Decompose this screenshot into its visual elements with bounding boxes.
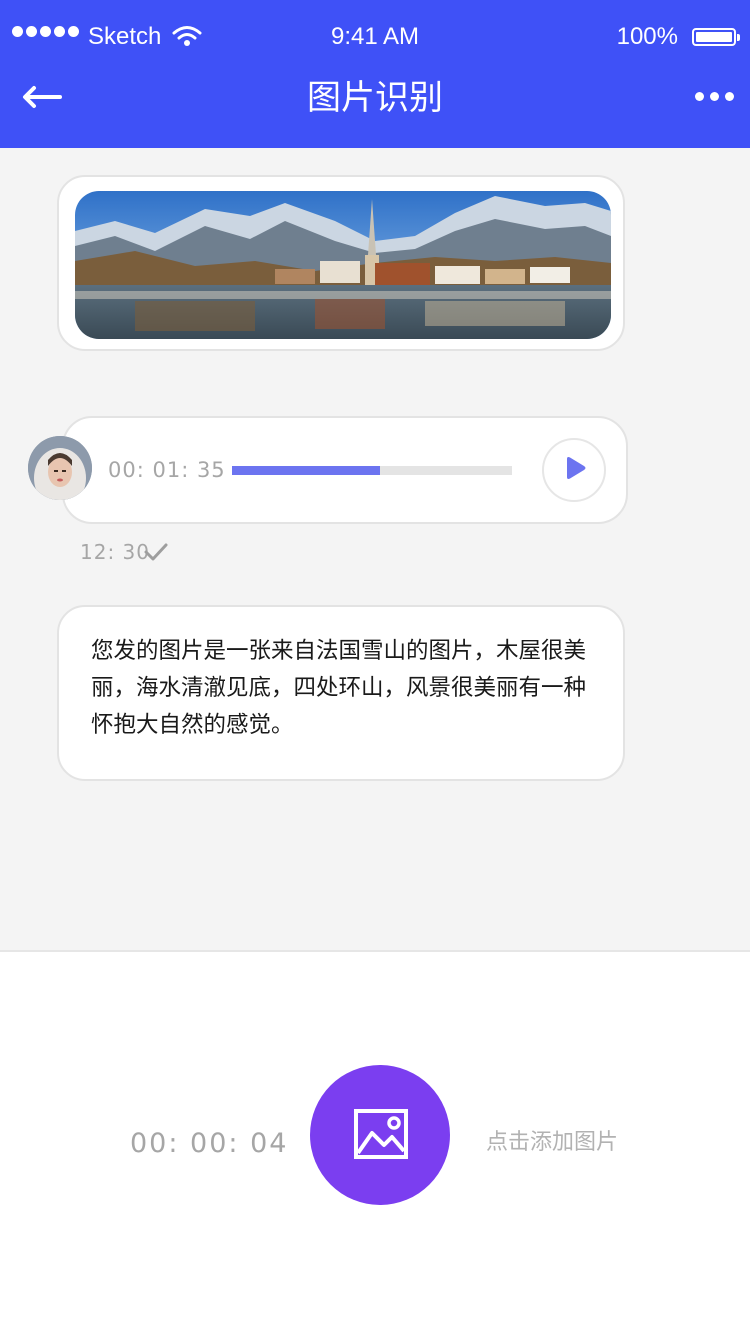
status-bar: Sketch 9:41 AM 100% <box>0 0 750 76</box>
voice-duration: 00: 01: 35 <box>108 458 226 482</box>
image-message[interactable] <box>57 175 625 351</box>
check-icon <box>144 542 168 566</box>
top-bar: Sketch 9:41 AM 100% 图片识别 <box>0 0 750 148</box>
message-timestamp: 12: 30 <box>80 540 150 564</box>
reply-message: 您发的图片是一张来自法国雪山的图片，木屋很美丽，海水清澈见底，四处环山，风景很美… <box>57 605 625 781</box>
record-timer: 00: 00: 04 <box>130 1128 289 1159</box>
lake-mountain-photo[interactable] <box>75 191 611 339</box>
play-button[interactable] <box>542 438 606 502</box>
add-image-button[interactable] <box>310 1065 450 1205</box>
page-title: 图片识别 <box>307 78 443 118</box>
add-image-hint[interactable]: 点击添加图片 <box>486 1124 618 1156</box>
voice-message[interactable]: 00: 01: 35 <box>62 416 628 524</box>
image-icon <box>354 1109 408 1159</box>
play-icon <box>567 457 586 479</box>
more-dots-icon[interactable] <box>689 92 734 101</box>
reply-text: 您发的图片是一张来自法国雪山的图片，木屋很美丽，海水清澈见底，四处环山，风景很美… <box>91 638 587 738</box>
bottom-panel: 00: 00: 04 点击添加图片 <box>0 950 750 1336</box>
avatar[interactable] <box>28 436 92 500</box>
battery-percent: 100% <box>616 23 678 50</box>
battery-icon <box>692 28 740 46</box>
chat-area: 00: 01: 35 12: 30 您发的图片是一张来自法国雪山的图片，木屋很美… <box>0 148 750 950</box>
voice-progress-bar[interactable] <box>232 466 512 475</box>
voice-progress-fill <box>232 466 381 475</box>
